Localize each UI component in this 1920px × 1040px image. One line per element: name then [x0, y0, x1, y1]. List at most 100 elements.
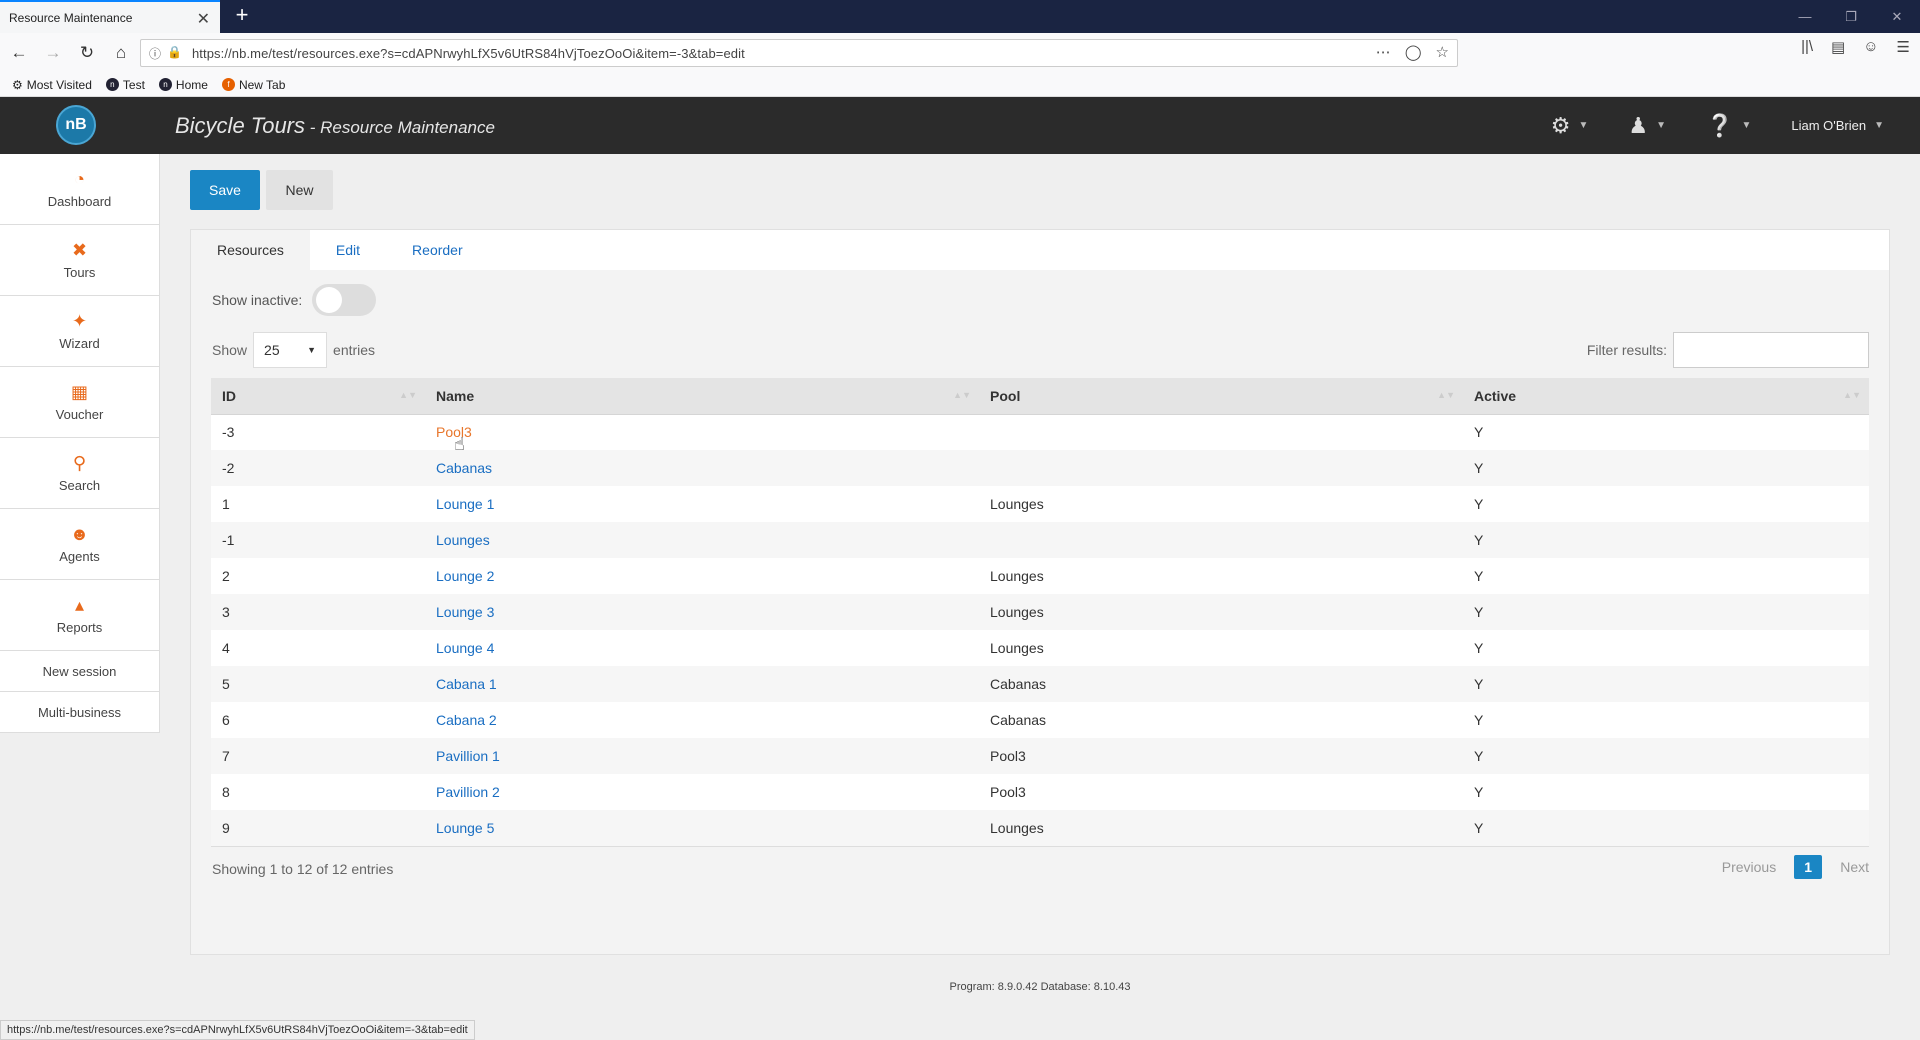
gear-icon: ⚙ — [12, 77, 23, 92]
tab-edit[interactable]: Edit — [310, 230, 386, 270]
hand-cursor-icon: ☝ — [454, 434, 465, 454]
page-actions-icon[interactable]: ⋯ — [1376, 43, 1391, 61]
minimize-icon[interactable]: — — [1782, 0, 1828, 33]
sidebar-item-agents[interactable]: ☻ Agents — [0, 509, 159, 580]
next-page-button[interactable]: Next — [1840, 859, 1869, 875]
column-header-id[interactable]: ID ▲▼ — [211, 378, 425, 415]
nb-icon: n — [158, 78, 172, 91]
resource-link[interactable]: Cabana 1 — [436, 676, 497, 692]
table-row: 9 Lounge 5 Lounges Y — [211, 810, 1869, 846]
back-arrow-icon[interactable]: ← — [4, 38, 34, 68]
column-header-active[interactable]: Active ▲▼ — [1463, 378, 1869, 415]
table-row: 6 Cabana 2 Cabanas Y — [211, 702, 1869, 738]
bookmark-most-visited[interactable]: ⚙ Most Visited — [12, 78, 92, 92]
entries-length-row: Show 25 ▼ entries — [212, 332, 375, 368]
filter-input[interactable] — [1673, 332, 1869, 368]
new-button[interactable]: New — [266, 170, 333, 210]
agent-icon: ♟ — [1628, 112, 1649, 138]
table-row: 1 Lounge 1 Lounges Y — [211, 486, 1869, 522]
pagination: Previous 1 Next — [1722, 855, 1869, 879]
window-close-icon[interactable]: ✕ — [1874, 0, 1920, 33]
resource-link[interactable]: Lounge 5 — [436, 820, 494, 836]
app-logo[interactable]: nB — [56, 105, 96, 145]
agent-menu[interactable]: ♟ ▼ — [1628, 113, 1666, 139]
sidebar-toggle-icon[interactable]: ▤ — [1831, 38, 1845, 56]
tab-bar: Resources Edit Reorder — [191, 230, 1889, 270]
forward-arrow-icon[interactable]: → — [38, 38, 68, 68]
resource-link[interactable]: Lounge 1 — [436, 496, 494, 512]
account-icon[interactable]: ☺ — [1863, 38, 1878, 56]
resource-link[interactable]: Lounge 3 — [436, 604, 494, 620]
menu-icon[interactable]: ☰ — [1897, 38, 1910, 56]
tab-resources[interactable]: Resources — [191, 230, 310, 270]
browser-tab-title: Resource Maintenance — [9, 10, 133, 25]
column-header-name[interactable]: Name ▲▼ — [425, 378, 979, 415]
nb-icon: n — [105, 78, 119, 91]
help-menu[interactable]: ❔ ▼ — [1706, 113, 1751, 139]
resources-panel: Resources Edit Reorder Show inactive: Sh… — [190, 229, 1890, 955]
url-bar[interactable]: ⓘ 🔒 https://nb.me/test/resources.exe?s=c… — [140, 39, 1458, 67]
window-controls: — ❐ ✕ — [1782, 0, 1920, 33]
show-inactive-label: Show inactive: — [212, 292, 303, 308]
multi-business-link[interactable]: Multi-business — [0, 692, 159, 733]
table-row: -1 Lounges Y — [211, 522, 1869, 558]
bookmark-new-tab[interactable]: f New Tab — [221, 78, 285, 92]
sort-icon: ▲▼ — [399, 390, 417, 400]
resource-link[interactable]: Cabana 2 — [436, 712, 497, 728]
entries-select[interactable]: 25 ▼ — [253, 332, 328, 368]
filter-label: Filter results: — [1586, 342, 1667, 358]
bookmark-test[interactable]: n Test — [105, 78, 145, 92]
version-footer: Program: 8.9.0.42 Database: 8.10.43 — [949, 981, 1131, 993]
table-row: -2 Cabanas Y — [211, 450, 1869, 486]
save-button[interactable]: Save — [190, 170, 260, 210]
column-header-pool[interactable]: Pool ▲▼ — [979, 378, 1463, 415]
chevron-down-icon: ▼ — [1656, 120, 1667, 131]
resource-link[interactable]: Pavillion 2 — [436, 784, 500, 800]
bookmark-star-icon[interactable]: ☆ — [1436, 43, 1449, 61]
reload-icon[interactable]: ↻ — [72, 38, 102, 68]
chevron-down-icon: ▼ — [1578, 120, 1589, 131]
new-session-link[interactable]: New session — [0, 651, 159, 692]
resource-link[interactable]: Lounge 2 — [436, 568, 494, 584]
table-row: 3 Lounge 3 Lounges Y — [211, 594, 1869, 630]
dashboard-icon: ◔ — [74, 168, 85, 189]
library-icon[interactable]: ||\ — [1801, 38, 1813, 56]
resource-link[interactable]: Pavillion 1 — [436, 748, 500, 764]
gift-icon: ▦ — [70, 381, 88, 402]
browser-tab[interactable]: Resource Maintenance ✕ — [0, 0, 220, 33]
chevron-down-icon: ▼ — [1874, 120, 1884, 131]
sidebar-item-tours[interactable]: ✖ Tours — [0, 225, 159, 296]
sidebar-item-search[interactable]: ⚲ Search — [0, 438, 159, 509]
home-icon[interactable]: ⌂ — [106, 38, 136, 68]
sidebar-item-wizard[interactable]: ✦ Wizard — [0, 296, 159, 367]
tab-reorder[interactable]: Reorder — [386, 230, 489, 270]
browser-status-bar: https://nb.me/test/resources.exe?s=cdAPN… — [0, 1020, 475, 1040]
new-tab-button[interactable]: + — [230, 4, 254, 28]
sidebar-item-voucher[interactable]: ▦ Voucher — [0, 367, 159, 438]
resource-link[interactable]: Lounges — [436, 532, 490, 548]
settings-menu[interactable]: ⚙ ▼ — [1551, 113, 1589, 139]
chevron-down-icon: ▼ — [1741, 120, 1752, 131]
sidebar-item-reports[interactable]: ▴ Reports — [0, 580, 159, 651]
lock-icon[interactable]: 🔒 — [167, 45, 182, 62]
table-row: 4 Lounge 4 Lounges Y — [211, 630, 1869, 666]
table-row: 2 Lounge 2 Lounges Y — [211, 558, 1869, 594]
sidebar-item-dashboard[interactable]: ◔ Dashboard — [0, 154, 159, 225]
show-inactive-row: Show inactive: — [212, 284, 377, 316]
page-1-button[interactable]: 1 — [1794, 855, 1823, 879]
app-header: nB Bicycle Tours - Resource Maintenance … — [0, 97, 1920, 154]
user-menu[interactable]: Liam O'Brien ▼ — [1791, 118, 1884, 133]
bookmark-home[interactable]: n Home — [158, 78, 208, 92]
resource-link[interactable]: Lounge 4 — [436, 640, 494, 656]
pocket-icon[interactable]: ◯ — [1405, 43, 1422, 61]
restore-icon[interactable]: ❐ — [1828, 0, 1874, 33]
show-inactive-toggle[interactable] — [312, 284, 377, 316]
close-tab-icon[interactable]: ✕ — [197, 9, 210, 29]
info-icon[interactable]: ⓘ — [149, 45, 161, 62]
wand-icon: ✦ — [71, 310, 88, 331]
resource-link[interactable]: Cabanas — [436, 460, 492, 476]
filter-row: Filter results: — [1587, 332, 1869, 368]
previous-page-button[interactable]: Previous — [1722, 859, 1776, 875]
table-row: 5 Cabana 1 Cabanas Y — [211, 666, 1869, 702]
bookmarks-bar: ⚙ Most Visited n Test n Home f New Tab — [0, 73, 1920, 97]
